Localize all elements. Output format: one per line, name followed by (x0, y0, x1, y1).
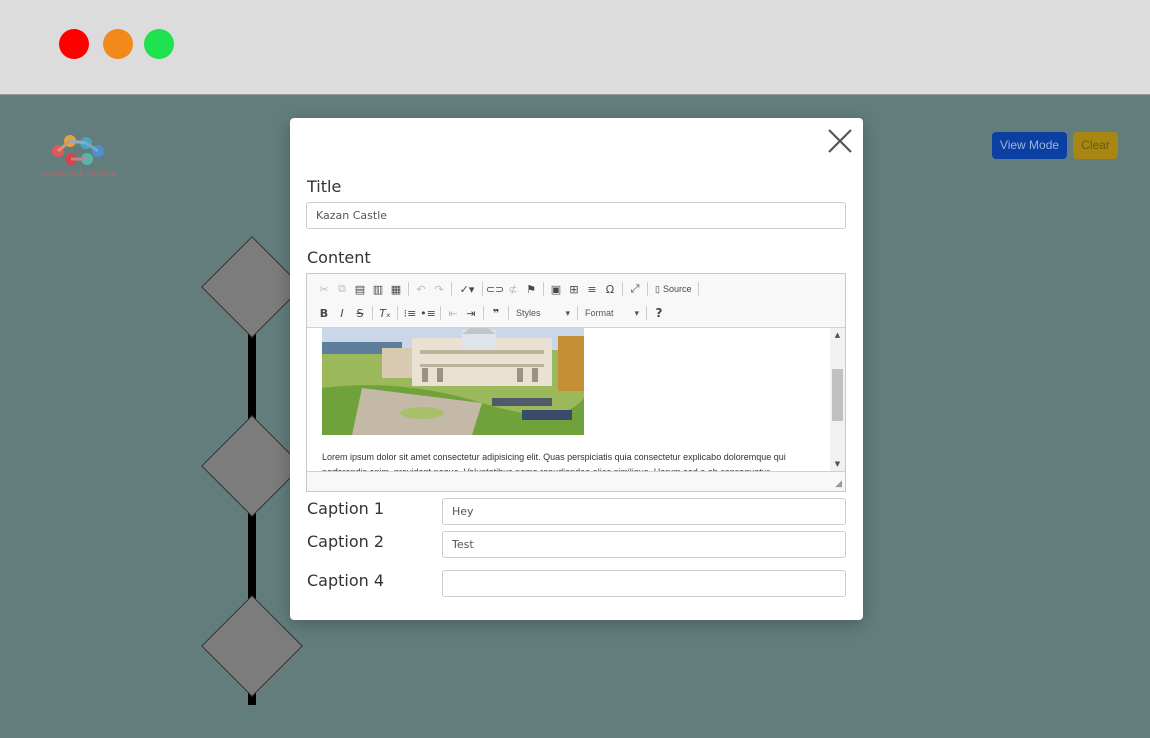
source-button[interactable]: ▯ Source (651, 280, 695, 298)
outdent-icon[interactable]: ⇤ (444, 304, 462, 322)
source-icon: ▯ (655, 283, 660, 294)
copy-icon[interactable]: ⧉ (333, 280, 351, 298)
close-icon[interactable] (825, 126, 855, 156)
editor-footer: ◢ (307, 471, 845, 491)
timeline-node[interactable] (201, 236, 303, 338)
horizontal-rule-icon[interactable]: ≡ (583, 280, 601, 298)
anchor-flag-icon[interactable]: ⚑ (522, 280, 540, 298)
chevron-down-icon: ▾ (634, 307, 639, 318)
rich-text-editor: ✂ ⧉ ▤ ▥ ▦ ↶ ↷ ✓▾ ⊂⊃ ⊄ ⚑ ▣ ⊞ ≡ Ω ⤢ ▯ Sour… (306, 273, 846, 492)
undo-icon[interactable]: ↶ (412, 280, 430, 298)
help-icon[interactable]: ? (650, 304, 668, 322)
toolbar-separator (577, 306, 578, 320)
window-close-button[interactable] (59, 29, 89, 59)
special-char-icon[interactable]: Ω (601, 280, 619, 298)
kazan-castle-image (322, 328, 584, 435)
toolbar-separator (397, 306, 398, 320)
indent-icon[interactable]: ⇥ (462, 304, 480, 322)
table-icon[interactable]: ⊞ (565, 280, 583, 298)
toolbar-separator (440, 306, 441, 320)
cut-icon[interactable]: ✂ (315, 280, 333, 298)
paste-text-icon[interactable]: ▥ (369, 280, 387, 298)
content-label: Content (307, 248, 371, 267)
window-minimize-button[interactable] (103, 29, 133, 59)
view-mode-button[interactable]: View Mode (992, 132, 1067, 159)
source-label: Source (662, 284, 692, 294)
scrollbar-thumb[interactable] (832, 369, 843, 421)
caption-4-label: Caption 4 (307, 571, 385, 590)
scroll-down-icon[interactable]: ▼ (830, 457, 845, 471)
spellcheck-icon[interactable]: ✓▾ (455, 280, 479, 298)
paste-word-icon[interactable]: ▦ (387, 280, 405, 298)
toolbar-separator (543, 282, 544, 296)
toolbar-separator (482, 282, 483, 296)
toolbar-separator (508, 306, 509, 320)
toolbar-separator (622, 282, 623, 296)
toolbar-separator (647, 282, 648, 296)
format-dropdown-label: Format (585, 308, 614, 318)
caption-1-input[interactable]: Hey (442, 498, 846, 525)
toolbar-separator (698, 282, 700, 296)
toolbar-row-2: B I S Tₓ ⁝≡ •≡ ⇤ ⇥ ❞ Styles ▾ Format ▾ ? (315, 303, 668, 323)
toolbar-separator (483, 306, 484, 320)
bold-icon[interactable]: B (315, 304, 333, 322)
redo-icon[interactable]: ↷ (430, 280, 448, 298)
toolbar-separator (451, 282, 452, 296)
styles-dropdown-label: Styles (516, 308, 541, 318)
editor-toolbar: ✂ ⧉ ▤ ▥ ▦ ↶ ↷ ✓▾ ⊂⊃ ⊄ ⚑ ▣ ⊞ ≡ Ω ⤢ ▯ Sour… (307, 274, 845, 328)
editor-body-text: Lorem ipsum dolor sit amet consectetur a… (322, 452, 786, 471)
toolbar-separator (408, 282, 409, 296)
image-icon[interactable]: ▣ (547, 280, 565, 298)
unlink-icon[interactable]: ⊄ (504, 280, 522, 298)
numbered-list-icon[interactable]: ⁝≡ (401, 304, 419, 322)
scroll-up-icon[interactable]: ▲ (830, 328, 845, 342)
link-icon[interactable]: ⊂⊃ (486, 280, 504, 298)
styles-dropdown[interactable]: Styles ▾ (512, 304, 574, 322)
title-label: Title (307, 177, 342, 196)
edit-modal: Title Kazan Castle Content ✂ ⧉ ▤ ▥ ▦ ↶ ↷… (290, 118, 863, 620)
caption-2-input[interactable]: Test (442, 531, 846, 558)
caption-1-label: Caption 1 (307, 499, 385, 518)
editor-content-area[interactable]: Lorem ipsum dolor sit amet consectetur a… (307, 328, 845, 471)
clear-button[interactable]: Clear (1073, 132, 1118, 159)
chevron-down-icon: ▾ (565, 307, 570, 318)
timeline-node[interactable] (201, 595, 303, 697)
caption-4-input[interactable] (442, 570, 846, 597)
window-titlebar (0, 0, 1150, 95)
paste-icon[interactable]: ▤ (351, 280, 369, 298)
italic-icon[interactable]: I (333, 304, 351, 322)
blockquote-icon[interactable]: ❞ (487, 304, 505, 322)
logo-caption: knowledge explorer (40, 169, 120, 178)
toolbar-separator (646, 306, 647, 320)
resize-handle-icon[interactable]: ◢ (835, 479, 842, 489)
strikethrough-icon[interactable]: S (351, 304, 369, 322)
caption-2-label: Caption 2 (307, 532, 385, 551)
remove-format-icon[interactable]: Tₓ (376, 304, 394, 322)
editor-scrollbar[interactable]: ▲ ▼ (830, 328, 845, 471)
timeline-node[interactable] (201, 415, 303, 517)
bulleted-list-icon[interactable]: •≡ (419, 304, 437, 322)
toolbar-separator (372, 306, 373, 320)
title-input[interactable]: Kazan Castle (306, 202, 846, 229)
toolbar-row-1: ✂ ⧉ ▤ ▥ ▦ ↶ ↷ ✓▾ ⊂⊃ ⊄ ⚑ ▣ ⊞ ≡ Ω ⤢ ▯ Sour… (315, 279, 702, 299)
format-dropdown[interactable]: Format ▾ (581, 304, 643, 322)
window-maximize-button[interactable] (144, 29, 174, 59)
maximize-icon[interactable]: ⤢ (626, 280, 644, 298)
